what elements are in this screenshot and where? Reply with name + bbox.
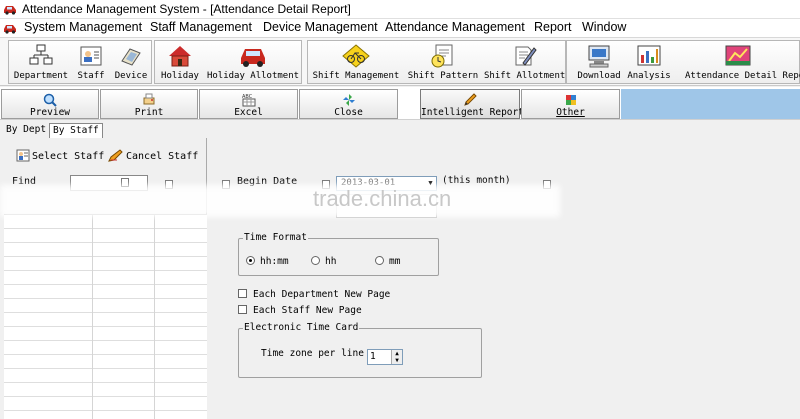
cancel-staff-pen-icon xyxy=(108,149,123,162)
other-button[interactable]: Other xyxy=(521,89,620,119)
electronic-time-card-legend: Electronic Time Card xyxy=(243,322,360,333)
analysis-button[interactable]: Analysis xyxy=(625,41,673,83)
report-toolbar: Preview Print ABC Excel Close Intelligen… xyxy=(0,87,800,120)
magnifier-icon xyxy=(43,93,57,107)
menu-window[interactable]: Window xyxy=(582,20,626,34)
report-toolbar-accent xyxy=(621,89,800,119)
holiday-car-icon xyxy=(241,49,265,67)
close-pinwheel-icon xyxy=(342,94,355,106)
shift-management-bicycle-icon xyxy=(342,44,370,68)
electronic-time-card-group: Electronic Time Card Time zone per line … xyxy=(238,322,482,378)
radio-hh[interactable]: hh xyxy=(311,256,336,267)
toolbar-group-reports: Download Analysis Attendance Detail Repo… xyxy=(566,40,800,84)
intelligent-report-pen-icon xyxy=(464,93,477,106)
main-toolbar: Department Staff Device Holiday Holiday … xyxy=(0,38,800,86)
radio-icon xyxy=(311,256,320,265)
other-cube-icon xyxy=(565,95,576,105)
close-button[interactable]: Close xyxy=(299,89,398,119)
checkbox-icon xyxy=(238,289,247,298)
time-format-group: Time Format hh:mm hh mm xyxy=(238,232,439,276)
tab-by-staff[interactable]: By Staff xyxy=(49,123,103,138)
watermark-text: trade.china.cn xyxy=(313,186,452,211)
app-car-icon xyxy=(4,6,16,15)
menu-bar: System Management Staff Management Devic… xyxy=(0,19,800,38)
department-button[interactable]: Department xyxy=(11,41,71,83)
menu-staff-management[interactable]: Staff Management xyxy=(150,20,252,34)
excel-button[interactable]: ABC Excel xyxy=(199,89,298,119)
menu-device-management[interactable]: Device Management xyxy=(263,20,378,34)
holiday-allotment-button[interactable]: Holiday Allotment xyxy=(205,41,301,83)
cancel-staff-button[interactable]: Cancel Staff xyxy=(108,149,198,162)
staff-icon xyxy=(80,46,102,66)
watermark-band xyxy=(0,185,560,217)
device-button[interactable]: Device xyxy=(111,41,151,83)
shift-pattern-clock-icon xyxy=(431,44,453,68)
staff-panel: Select Staff Cancel Staff Find xyxy=(4,138,207,419)
radio-selected-icon xyxy=(246,256,255,265)
attendance-detail-report-button[interactable]: Attendance Detail Report xyxy=(675,41,800,83)
shift-management-button[interactable]: Shift Management xyxy=(310,41,402,83)
radio-mm[interactable]: mm xyxy=(375,256,400,267)
select-staff-button[interactable]: Select Staff xyxy=(16,149,104,162)
menu-system-management[interactable]: System Management xyxy=(24,20,142,34)
shift-pattern-button[interactable]: Shift Pattern xyxy=(404,41,482,83)
tab-by-dept[interactable]: By Dept xyxy=(3,123,49,138)
each-staff-new-page-checkbox[interactable]: Each Staff New Page xyxy=(238,305,362,316)
holiday-house-icon xyxy=(169,46,191,67)
toolbar-group-holiday: Holiday Holiday Allotment xyxy=(154,40,302,84)
analysis-chart-icon xyxy=(637,45,661,66)
report-options-panel: Begin Date 2013-03-01 ▼ (this month) Tim… xyxy=(208,138,800,419)
download-button[interactable]: Download xyxy=(575,41,623,83)
staff-list-grid[interactable] xyxy=(4,214,207,419)
download-computer-icon xyxy=(588,45,610,68)
title-bar: Attendance Management System - [Attendan… xyxy=(0,0,800,19)
print-icon xyxy=(143,93,155,105)
shift-allotment-pen-icon xyxy=(515,46,537,66)
shift-allotment-button[interactable]: Shift Allotment xyxy=(484,41,565,83)
select-staff-icon xyxy=(16,149,30,162)
holiday-button[interactable]: Holiday xyxy=(157,41,203,83)
time-zone-per-line-label: Time zone per line xyxy=(261,348,364,359)
print-button[interactable]: Print xyxy=(100,89,198,119)
time-format-legend: Time Format xyxy=(243,232,308,243)
toolbar-group-basic: Department Staff Device xyxy=(8,40,152,84)
excel-icon: ABC xyxy=(242,94,255,107)
staff-button[interactable]: Staff xyxy=(73,41,109,83)
radio-hh-mm[interactable]: hh:mm xyxy=(246,256,289,267)
device-icon xyxy=(121,48,141,66)
app-car-icon[interactable] xyxy=(3,22,17,34)
attendance-report-icon xyxy=(725,45,751,66)
intelligent-report-button[interactable]: Intelligent Report xyxy=(420,89,524,119)
preview-button[interactable]: Preview xyxy=(1,89,99,119)
staff-selector-tabs: By Dept By Staff xyxy=(0,121,210,139)
checkbox-icon xyxy=(238,305,247,314)
radio-icon xyxy=(375,256,384,265)
department-icon xyxy=(29,44,53,65)
menu-attendance-management[interactable]: Attendance Management xyxy=(385,20,525,34)
each-department-new-page-checkbox[interactable]: Each Department New Page xyxy=(238,289,390,300)
stepper-arrows-icon[interactable]: ▲ ▼ xyxy=(391,350,402,364)
time-zone-per-line-stepper[interactable]: 1 ▲ ▼ xyxy=(367,349,403,365)
window-title: Attendance Management System - [Attendan… xyxy=(22,2,351,16)
menu-report[interactable]: Report xyxy=(534,20,572,34)
toolbar-group-shift: Shift Management Shift Pattern Shift All… xyxy=(307,40,566,84)
